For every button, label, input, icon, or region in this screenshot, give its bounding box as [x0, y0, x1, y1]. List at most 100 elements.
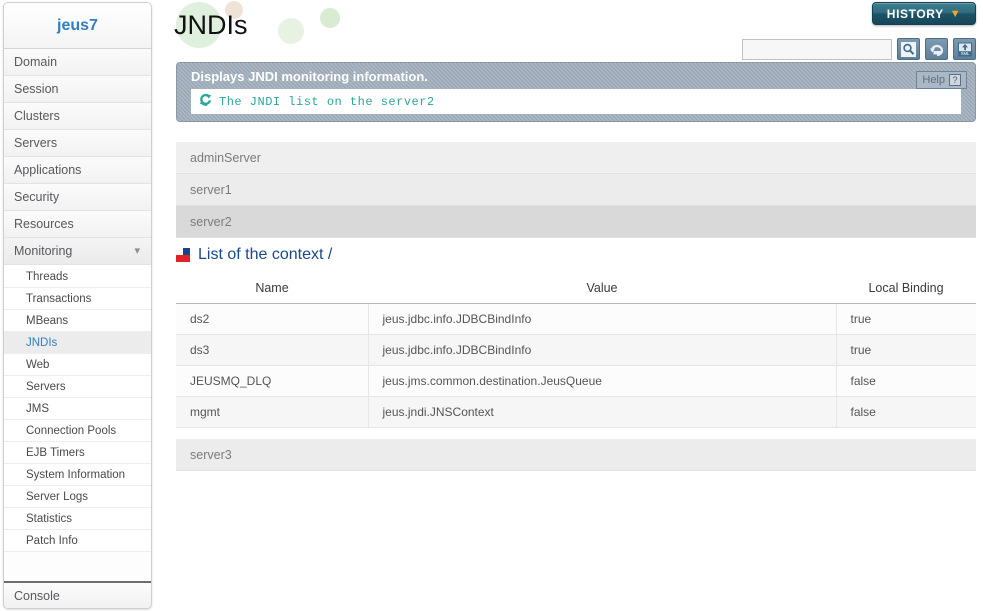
- sidebar-item-session[interactable]: Session: [4, 76, 151, 103]
- help-button-label: Help: [922, 74, 945, 86]
- cell-local-binding: false: [836, 396, 976, 428]
- sidebar-item-applications[interactable]: Applications: [4, 157, 151, 184]
- sidebar-subitem-patch-info[interactable]: Patch Info: [4, 530, 151, 552]
- sidebar-subitem-web[interactable]: Web: [4, 354, 151, 376]
- brand-title: jeus7: [4, 3, 151, 49]
- cell-local-binding: true: [836, 303, 976, 335]
- cell-local-binding: false: [836, 365, 976, 397]
- sidebar-item-resources[interactable]: Resources: [4, 211, 151, 238]
- sidebar-subitem-threads[interactable]: Threads: [4, 266, 151, 288]
- sidebar-item-security[interactable]: Security: [4, 184, 151, 211]
- search-input[interactable]: [742, 38, 892, 60]
- server-row-label: server2: [190, 215, 232, 229]
- info-status-text: The JNDI list on the server2: [219, 94, 435, 109]
- column-header-name[interactable]: Name: [176, 275, 368, 304]
- refresh-icon: [199, 93, 212, 111]
- table-row[interactable]: mgmt jeus.jndi.JNSContext false: [176, 396, 976, 428]
- server-row-adminserver[interactable]: adminServer: [176, 142, 976, 174]
- cell-value: jeus.jndi.JNSContext: [368, 396, 837, 428]
- info-panel: Displays JNDI monitoring information. He…: [176, 62, 976, 122]
- column-header-local-binding[interactable]: Local Binding: [836, 275, 976, 304]
- info-status-box: The JNDI list on the server2: [191, 89, 961, 114]
- server-row-server3[interactable]: server3: [176, 439, 976, 471]
- sidebar-item-label: Clusters: [14, 109, 60, 123]
- sidebar-subitem-label: JMS: [26, 403, 49, 415]
- cell-value: jeus.jms.common.destination.JeusQueue: [368, 365, 837, 397]
- sidebar-item-label: Session: [14, 82, 59, 96]
- sidebar-subitem-statistics[interactable]: Statistics: [4, 508, 151, 530]
- question-mark-icon: ?: [949, 74, 961, 86]
- search-icon: [901, 41, 916, 57]
- table-header: Name Value Local Binding: [176, 275, 976, 304]
- context-table: Name Value Local Binding ds2 jeus.jdbc.i…: [176, 275, 976, 428]
- sidebar-item-monitoring[interactable]: Monitoring ▾: [4, 238, 151, 265]
- history-button[interactable]: HISTORY ▼: [872, 2, 976, 25]
- table-row[interactable]: ds2 jeus.jdbc.info.JDBCBindInfo true: [176, 303, 976, 335]
- sidebar-subitem-label: JNDIs: [26, 337, 58, 349]
- xml-export-icon: XML: [957, 42, 973, 57]
- sidebar-subitem-label: MBeans: [26, 315, 69, 327]
- sidebar-subitem-label: EJB Timers: [26, 447, 85, 459]
- sidebar-item-label: Domain: [14, 55, 58, 69]
- sidebar-subitem-label: Statistics: [26, 513, 73, 525]
- sidebar-item-console[interactable]: Console: [4, 581, 151, 608]
- table-row[interactable]: ds3 jeus.jdbc.info.JDBCBindInfo true: [176, 334, 976, 366]
- square-quadrant-icon: [176, 248, 190, 262]
- cell-name: ds3: [176, 334, 369, 366]
- info-panel-title: Displays JNDI monitoring information.: [191, 69, 428, 84]
- sidebar-item-label: Servers: [14, 136, 58, 150]
- server-row-server2[interactable]: server2: [176, 206, 976, 238]
- sidebar-subitem-label: Threads: [26, 271, 69, 283]
- sidebar-item-label: Monitoring: [14, 244, 73, 258]
- page-header: JNDIs HISTORY ▼ XML: [160, 0, 983, 66]
- section-title: List of the context /: [198, 246, 333, 263]
- server-row-label: server1: [190, 183, 232, 197]
- cell-value: jeus.jdbc.info.JDBCBindInfo: [368, 303, 837, 335]
- sidebar-subitem-system-information[interactable]: System Information: [4, 464, 151, 486]
- sidebar-subitem-label: Servers: [26, 381, 66, 393]
- sidebar-subitem-label: Patch Info: [26, 535, 78, 547]
- table-row[interactable]: JEUSMQ_DLQ jeus.jms.common.destination.J…: [176, 365, 976, 397]
- sidebar-item-servers[interactable]: Servers: [4, 130, 151, 157]
- xml-export-button[interactable]: XML: [953, 38, 976, 60]
- help-button[interactable]: Help ?: [916, 71, 967, 89]
- sidebar-submenu-monitoring: Threads Transactions MBeans JNDIs Web Se…: [4, 265, 151, 552]
- sidebar-item-clusters[interactable]: Clusters: [4, 103, 151, 130]
- search-button[interactable]: [897, 38, 920, 60]
- refresh-icon: [929, 42, 945, 56]
- table-body: ds2 jeus.jdbc.info.JDBCBindInfo true ds3…: [176, 303, 976, 428]
- column-header-value[interactable]: Value: [368, 275, 836, 304]
- cell-name: ds2: [176, 303, 369, 335]
- decorative-circle: [278, 18, 304, 44]
- refresh-button[interactable]: [925, 38, 948, 60]
- sidebar-subitem-label: Server Logs: [26, 491, 89, 503]
- sidebar-subitem-label: System Information: [26, 469, 126, 481]
- server-row-label: adminServer: [190, 151, 261, 165]
- page-title: JNDIs: [174, 10, 248, 40]
- sidebar-subitem-transactions[interactable]: Transactions: [4, 288, 151, 310]
- sidebar-item-label: Security: [14, 190, 60, 204]
- cell-name: JEUSMQ_DLQ: [176, 365, 369, 397]
- sidebar-subitem-label: Web: [26, 359, 50, 371]
- sidebar-subitem-connection-pools[interactable]: Connection Pools: [4, 420, 151, 442]
- server-row-label: server3: [190, 448, 232, 462]
- sidebar-subitem-jndis[interactable]: JNDIs: [4, 332, 151, 354]
- sidebar-subitem-mbeans[interactable]: MBeans: [4, 310, 151, 332]
- chevron-down-icon: ▼: [949, 7, 962, 20]
- server-list: adminServer server1 server2: [176, 142, 976, 238]
- cell-name: mgmt: [176, 396, 369, 428]
- sidebar-item-label: Resources: [14, 217, 74, 231]
- sidebar-item-domain[interactable]: Domain: [4, 49, 151, 76]
- sidebar-subitem-jms[interactable]: JMS: [4, 398, 151, 420]
- cell-local-binding: true: [836, 334, 976, 366]
- server-row-server1[interactable]: server1: [176, 174, 976, 206]
- decorative-circle: [320, 8, 340, 28]
- cell-value: jeus.jdbc.info.JDBCBindInfo: [368, 334, 837, 366]
- sidebar-subitem-server-logs[interactable]: Server Logs: [4, 486, 151, 508]
- sidebar-item-label: Console: [14, 589, 60, 603]
- toolbar: XML: [742, 38, 976, 60]
- svg-text:XML: XML: [960, 50, 969, 55]
- sidebar-subitem-servers[interactable]: Servers: [4, 376, 151, 398]
- sidebar-subitem-ejb-timers[interactable]: EJB Timers: [4, 442, 151, 464]
- section-heading: List of the context /: [176, 246, 332, 264]
